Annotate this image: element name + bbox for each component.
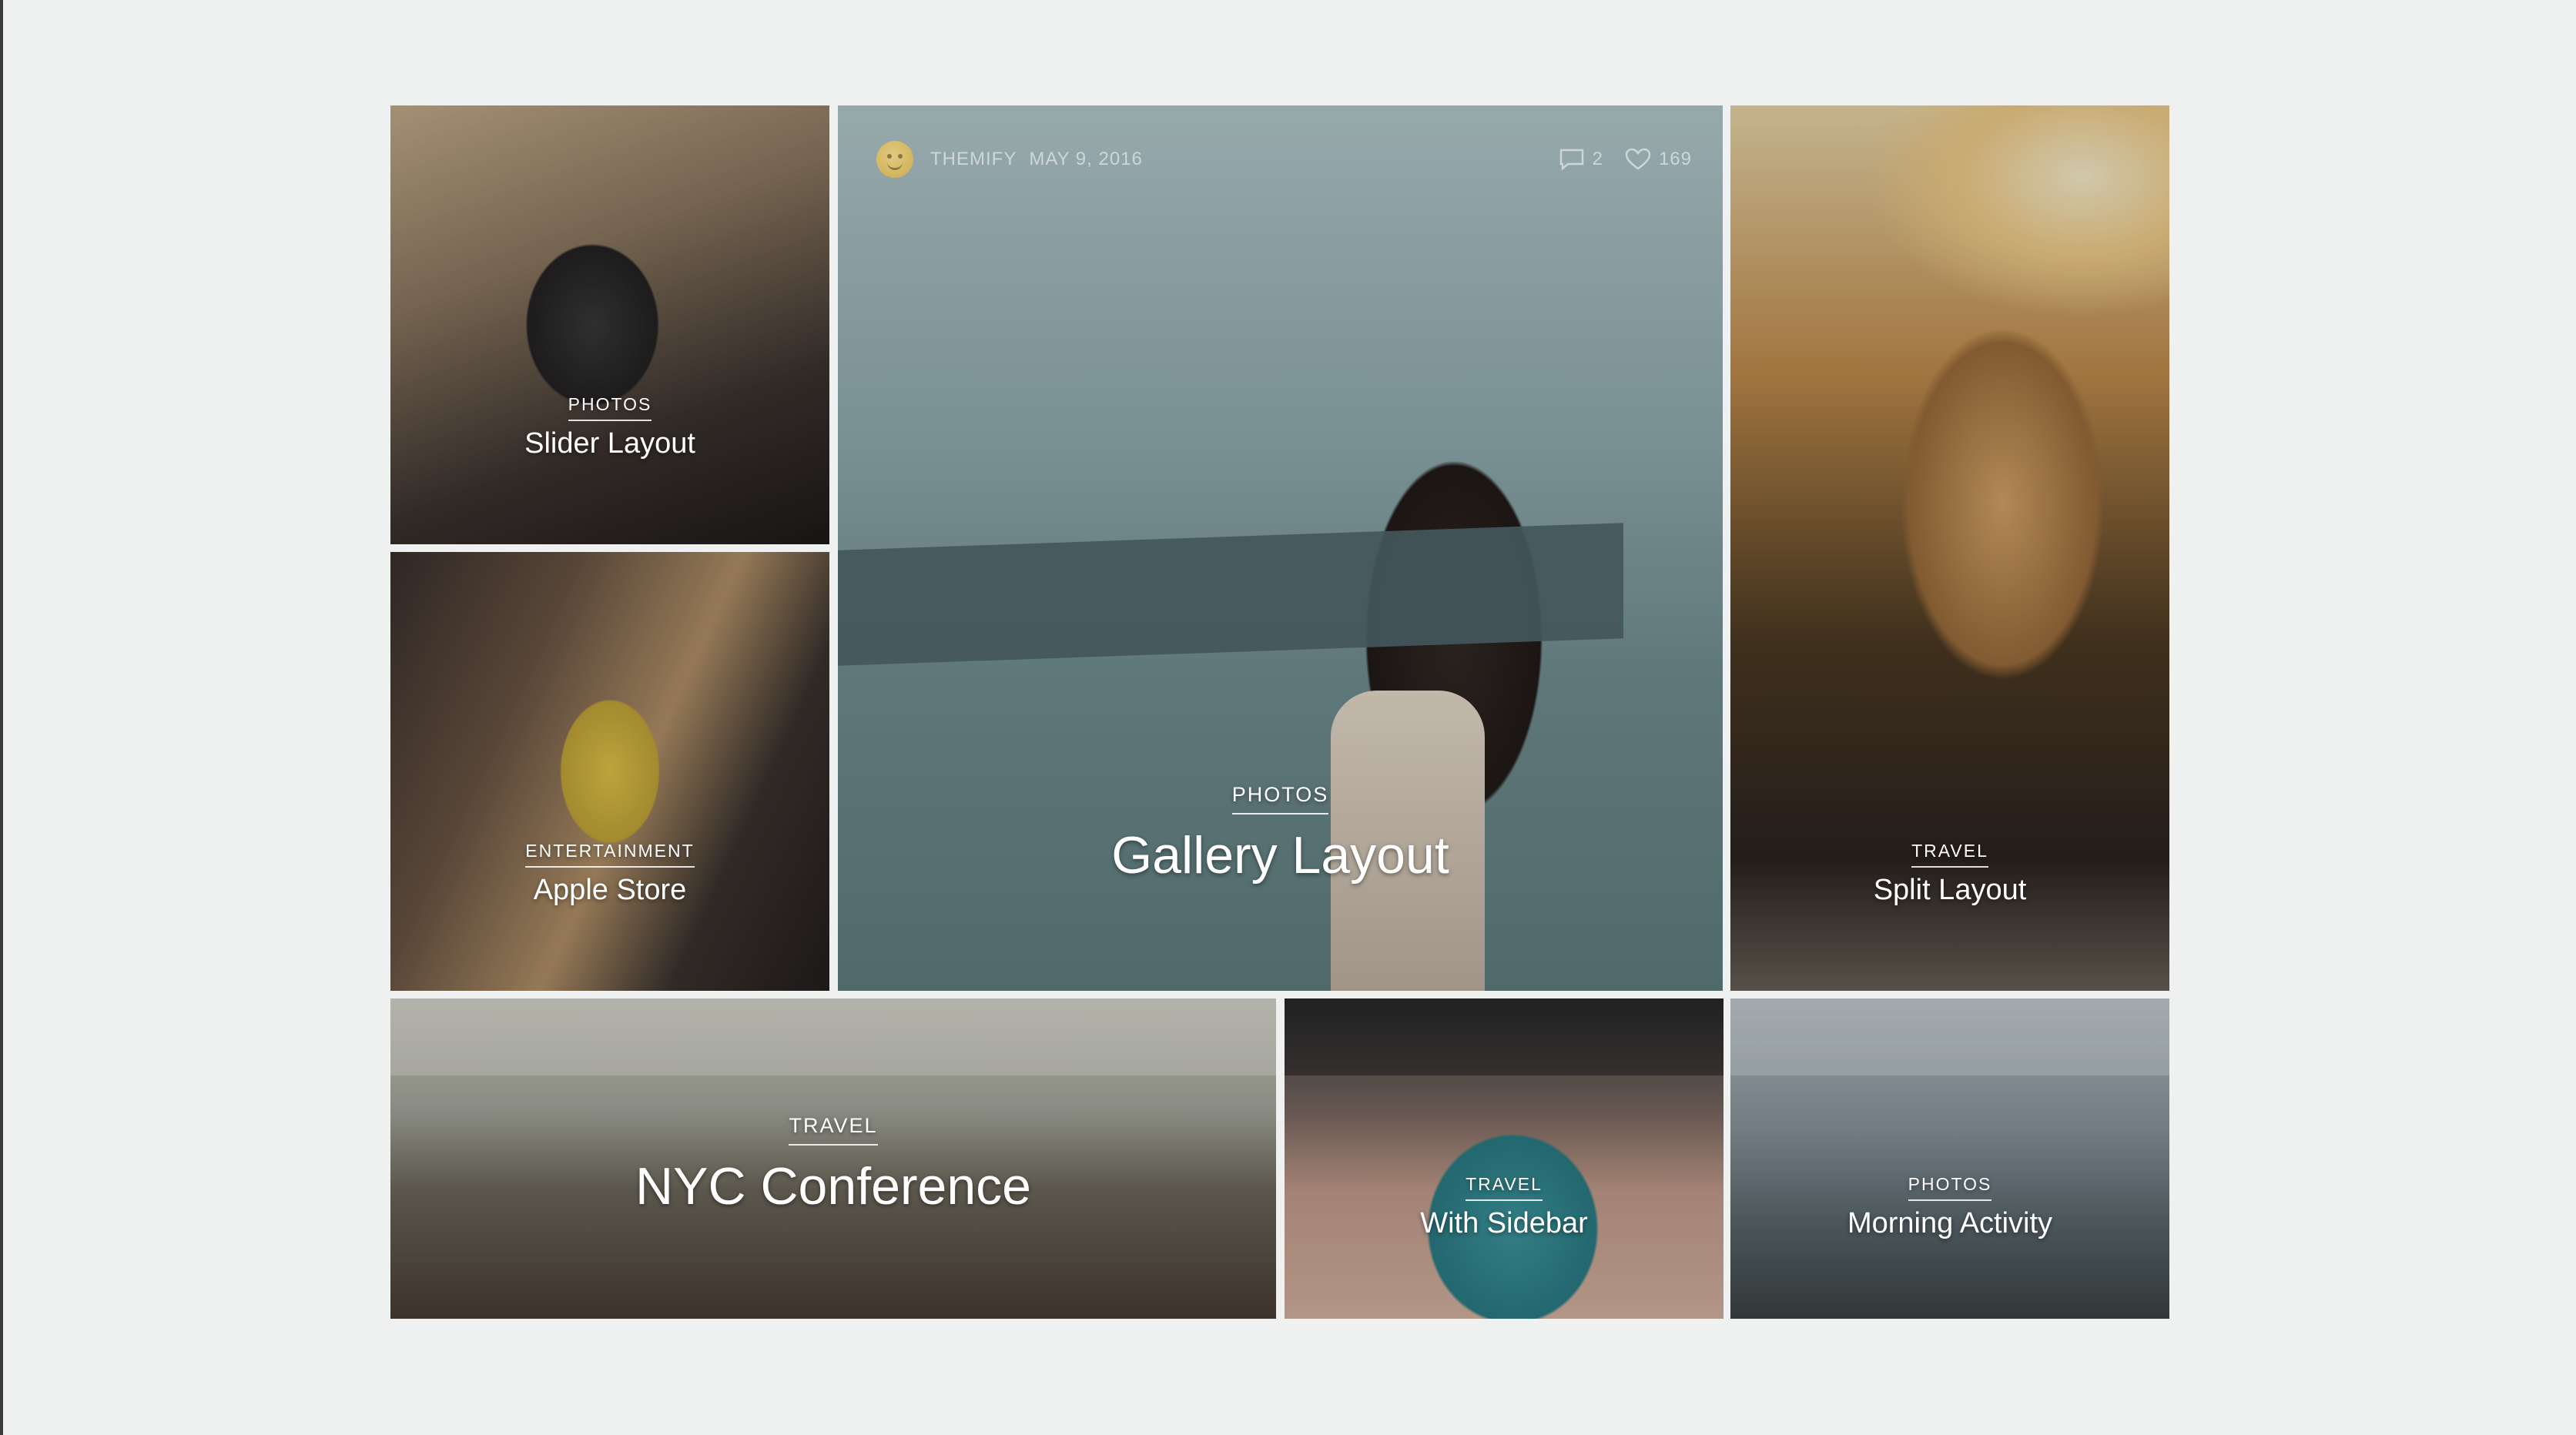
post-category-link[interactable]: TRAVEL bbox=[1466, 1174, 1543, 1201]
author-avatar[interactable] bbox=[876, 141, 913, 178]
likes-count[interactable]: 169 bbox=[1625, 148, 1692, 171]
heart-icon bbox=[1625, 148, 1651, 170]
post-category-link[interactable]: TRAVEL bbox=[789, 1114, 878, 1146]
post-caption: TRAVEL NYC Conference bbox=[390, 1114, 1276, 1216]
post-caption: PHOTOS Morning Activity bbox=[1730, 1174, 2169, 1240]
post-category-link[interactable]: PHOTOS bbox=[568, 394, 652, 421]
post-tile-slider-layout[interactable]: PHOTOS Slider Layout bbox=[390, 105, 829, 544]
post-category-link[interactable]: PHOTOS bbox=[1908, 1174, 1992, 1201]
post-tile-with-sidebar[interactable]: TRAVEL With Sidebar bbox=[1285, 998, 1723, 1319]
post-title-link[interactable]: Gallery Layout bbox=[838, 825, 1723, 885]
post-caption: ENTERTAINMENT Apple Store bbox=[390, 841, 829, 907]
window-left-edge bbox=[0, 0, 3, 1435]
post-title-link[interactable]: Slider Layout bbox=[390, 427, 829, 460]
post-title-link[interactable]: Morning Activity bbox=[1730, 1207, 2169, 1240]
post-category-link[interactable]: TRAVEL bbox=[1911, 841, 1988, 868]
comments-count[interactable]: 2 bbox=[1559, 148, 1603, 171]
post-title-link[interactable]: Split Layout bbox=[1730, 874, 2169, 907]
post-meta-bar: THEMIFY MAY 9, 2016 2 169 bbox=[876, 136, 1692, 182]
author-link[interactable]: THEMIFY bbox=[930, 149, 1017, 170]
post-tile-nyc-conference[interactable]: TRAVEL NYC Conference bbox=[390, 998, 1276, 1319]
comment-icon bbox=[1559, 149, 1583, 171]
post-caption: PHOTOS Slider Layout bbox=[390, 394, 829, 460]
post-tile-morning-activity[interactable]: PHOTOS Morning Activity bbox=[1730, 998, 2169, 1319]
post-tile-split-layout[interactable]: TRAVEL Split Layout bbox=[1730, 105, 2169, 991]
post-caption: TRAVEL Split Layout bbox=[1730, 841, 2169, 907]
post-category-link[interactable]: ENTERTAINMENT bbox=[525, 841, 695, 868]
post-title-link[interactable]: With Sidebar bbox=[1285, 1207, 1723, 1240]
post-title-link[interactable]: Apple Store bbox=[390, 874, 829, 907]
post-category-link[interactable]: PHOTOS bbox=[1231, 783, 1329, 815]
post-tile-apple-store[interactable]: ENTERTAINMENT Apple Store bbox=[390, 552, 829, 991]
post-caption: PHOTOS Gallery Layout bbox=[838, 783, 1723, 885]
post-tile-gallery-layout[interactable]: THEMIFY MAY 9, 2016 2 169 PHOTOS Gallery… bbox=[838, 105, 1723, 991]
post-caption: TRAVEL With Sidebar bbox=[1285, 1174, 1723, 1240]
post-title-link[interactable]: NYC Conference bbox=[390, 1156, 1276, 1216]
post-date: MAY 9, 2016 bbox=[1029, 149, 1143, 169]
